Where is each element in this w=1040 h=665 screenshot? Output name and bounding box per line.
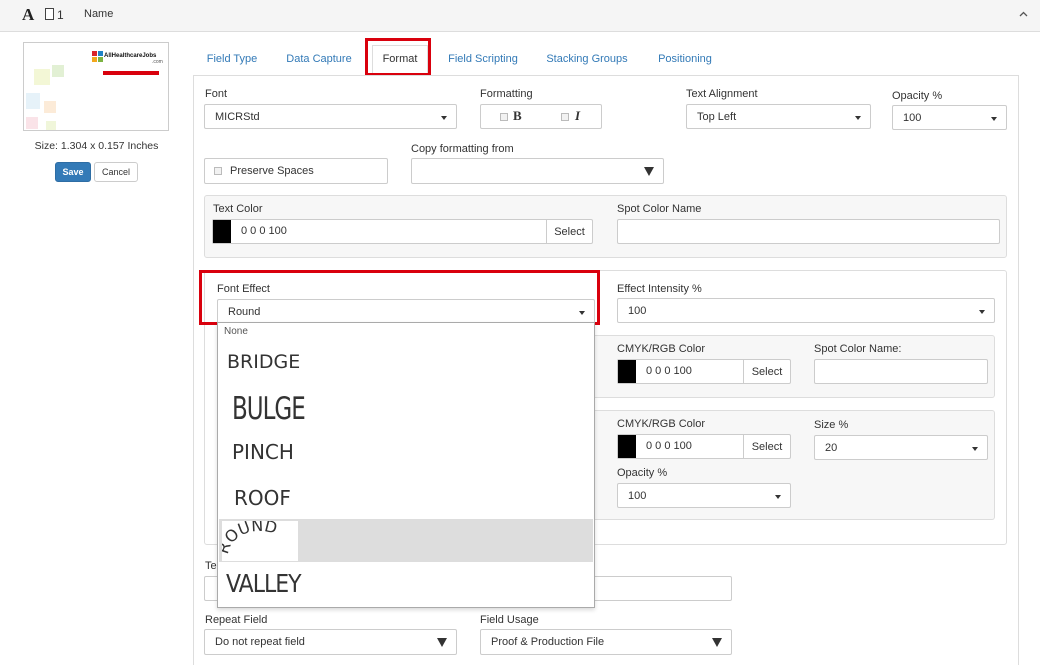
app-root: A 1 Name AllHealthcareJobs .com Size: 1.… bbox=[0, 0, 1040, 665]
bold-label: B bbox=[513, 108, 522, 123]
effect-spot-color-input[interactable] bbox=[814, 359, 988, 384]
font-select[interactable]: MICRStd bbox=[204, 104, 457, 129]
font-effect-option-none[interactable]: None bbox=[224, 326, 248, 337]
partial-field-label: Te bbox=[205, 560, 217, 572]
spot-color-name-input[interactable] bbox=[617, 219, 1000, 244]
logo-text: AllHealthcareJobs bbox=[104, 53, 157, 59]
font-effect-option-round[interactable]: ROUND bbox=[213, 516, 298, 561]
outline-opacity-select[interactable]: 100 bbox=[617, 483, 791, 508]
opacity-value: 100 bbox=[903, 111, 922, 124]
formatting-label: Formatting bbox=[480, 88, 533, 100]
bold-checkbox[interactable] bbox=[500, 113, 508, 121]
opacity-select[interactable]: 100 bbox=[892, 105, 1007, 130]
text-color-label: Text Color bbox=[213, 203, 263, 215]
effect-cmyk-value: 0 0 0 100 bbox=[646, 365, 692, 377]
font-effect-round-text: ROUND bbox=[213, 516, 279, 556]
outline-size-select[interactable]: 20 bbox=[814, 435, 988, 460]
text-alignment-label: Text Alignment bbox=[686, 88, 758, 100]
tab-field-type[interactable]: Field Type bbox=[204, 53, 260, 65]
collapse-chevron-icon[interactable] bbox=[1018, 9, 1029, 20]
field-usage-label: Field Usage bbox=[480, 614, 539, 626]
font-effect-option-bridge[interactable]: BRIDGE bbox=[227, 351, 300, 373]
format-tab-highlight bbox=[365, 38, 431, 76]
cancel-button[interactable]: Cancel bbox=[94, 162, 138, 182]
save-button[interactable]: Save bbox=[55, 162, 91, 182]
field-name-title: Name bbox=[84, 8, 114, 20]
effect-intensity-value: 100 bbox=[628, 304, 647, 317]
outline-color-select-button[interactable]: Select bbox=[743, 435, 790, 458]
svg-text:ROUND: ROUND bbox=[222, 521, 279, 556]
repeat-field-select[interactable]: Do not repeat field bbox=[204, 629, 457, 655]
tab-field-scripting[interactable]: Field Scripting bbox=[446, 53, 520, 65]
preserve-spaces-checkbox[interactable] bbox=[214, 167, 222, 175]
effect-color-swatch bbox=[618, 360, 636, 383]
opacity-label: Opacity % bbox=[892, 90, 943, 102]
size-label: Size: 1.304 x 0.157 Inches bbox=[34, 140, 159, 152]
outline-cmyk-label: CMYK/RGB Color bbox=[617, 418, 706, 430]
effect-spot-color-label: Spot Color Name: bbox=[814, 343, 902, 355]
text-color-select-button[interactable]: Select bbox=[546, 220, 592, 243]
outline-color-swatch bbox=[618, 435, 636, 458]
preserve-spaces-label: Preserve Spaces bbox=[230, 165, 314, 177]
logo-subtext: .com bbox=[152, 59, 163, 65]
font-label: Font bbox=[205, 88, 228, 100]
text-field-icon: A bbox=[22, 5, 35, 24]
page-count: 1 bbox=[57, 8, 64, 22]
field-usage-select[interactable]: Proof & Production File bbox=[480, 629, 732, 655]
text-color-value: 0 0 0 100 bbox=[241, 225, 287, 237]
copy-formatting-select[interactable] bbox=[411, 158, 664, 184]
tab-stacking-groups[interactable]: Stacking Groups bbox=[544, 53, 630, 65]
font-effect-option-bulge[interactable]: BULGE bbox=[232, 392, 306, 427]
field-header-bar[interactable] bbox=[0, 0, 1040, 32]
outline-opacity-label: Opacity % bbox=[617, 467, 668, 479]
italic-label: I bbox=[575, 108, 581, 123]
font-effect-option-valley[interactable]: VALLEY bbox=[226, 570, 302, 599]
repeat-field-label: Repeat Field bbox=[205, 614, 268, 626]
spot-color-name-label: Spot Color Name bbox=[617, 203, 702, 215]
effect-cmyk-label: CMYK/RGB Color bbox=[617, 343, 706, 355]
formatting-group bbox=[480, 104, 602, 129]
font-effect-option-roof[interactable]: ROOF bbox=[234, 486, 291, 510]
italic-checkbox[interactable] bbox=[561, 113, 569, 121]
effect-intensity-label: Effect Intensity % bbox=[617, 283, 702, 295]
page-icon bbox=[45, 8, 54, 20]
effect-intensity-select[interactable]: 100 bbox=[617, 298, 995, 323]
outline-opacity-value: 100 bbox=[628, 489, 647, 502]
copy-formatting-label: Copy formatting from bbox=[411, 143, 514, 155]
text-alignment-select[interactable]: Top Left bbox=[686, 104, 871, 129]
font-value: MICRStd bbox=[215, 110, 260, 123]
outline-cmyk-value: 0 0 0 100 bbox=[646, 440, 692, 452]
tab-positioning[interactable]: Positioning bbox=[654, 53, 716, 65]
font-effect-highlight bbox=[199, 270, 600, 325]
tab-data-capture[interactable]: Data Capture bbox=[285, 53, 353, 65]
font-effect-option-pinch[interactable]: PINCH bbox=[232, 440, 294, 464]
text-color-swatch bbox=[213, 220, 231, 243]
text-alignment-value: Top Left bbox=[697, 110, 737, 123]
outline-size-value: 20 bbox=[825, 441, 838, 454]
field-usage-value: Proof & Production File bbox=[491, 636, 605, 648]
repeat-field-value: Do not repeat field bbox=[215, 636, 305, 648]
effect-color-select-button[interactable]: Select bbox=[743, 360, 790, 383]
outline-size-label: Size % bbox=[814, 419, 849, 431]
